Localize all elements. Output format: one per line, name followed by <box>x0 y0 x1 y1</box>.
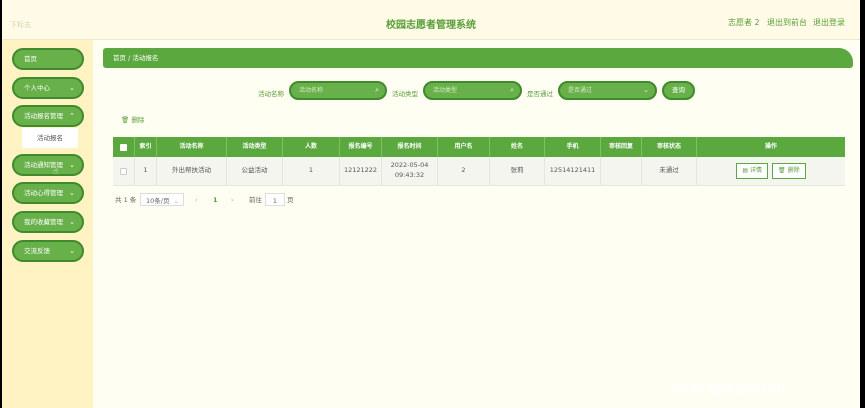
chevron-down-icon: ⌄ <box>69 218 75 226</box>
cell-phone: 12514121411 <box>545 157 601 185</box>
cell-index: 1 <box>135 157 157 185</box>
search-name-input[interactable]: 活动名称 ⌕ <box>289 81 387 100</box>
table-row: 1 外出帮扶活动 公益活动 1 12121222 2022-05-04 09:4… <box>113 157 845 186</box>
sidebar-item-label: 交流反馈 <box>24 247 50 255</box>
cell-realname: 张莉 <box>490 157 545 185</box>
chevron-down-icon: ⌄ <box>69 84 75 92</box>
sidebar-item-feedback[interactable]: 交流反馈 ⌄ <box>12 240 84 262</box>
goto-page-input[interactable]: 1 <box>265 193 285 206</box>
page-number-current[interactable]: 1 <box>213 193 218 207</box>
detail-button[interactable]: ▤ 详情 <box>736 163 769 179</box>
col-header: 活动名称 <box>157 137 227 157</box>
submenu-item-registration[interactable]: 活动报名 <box>22 128 78 148</box>
back-to-front-link[interactable]: 退出到前台 <box>767 17 807 28</box>
cell-reply <box>601 157 642 185</box>
delete-button[interactable]: 🗑 删除 <box>121 114 144 124</box>
select-all-checkbox[interactable] <box>113 137 135 157</box>
sidebar-item-registration-mgmt[interactable]: 活动报名管理 ⌃ <box>12 105 84 127</box>
goto-label: 前往 <box>249 196 262 204</box>
sidebar-item-home[interactable]: 首页 <box>12 48 84 70</box>
table-header: 索引 活动名称 活动类型 人数 报名编号 报名时间 用户名 姓名 手机 审核回复… <box>113 137 845 157</box>
sidebar-item-label: 活动报名管理 <box>24 112 63 120</box>
mouse-cursor-icon: ☝ <box>53 167 59 177</box>
sidebar-item-favorites-mgmt[interactable]: 我的收藏管理 ⌄ <box>12 211 84 233</box>
cell-activity-name: 外出帮扶活动 <box>157 157 227 185</box>
page-suffix: 页 <box>287 196 294 204</box>
col-header: 审核状态 <box>642 137 697 157</box>
current-user: 志愿者 2 <box>728 18 760 27</box>
sidebar-item-notice-mgmt[interactable]: 活动通知管理 ⌄ <box>12 154 84 176</box>
next-page-button[interactable]: › <box>231 193 234 207</box>
logout-link[interactable]: 退出登录 <box>813 17 845 28</box>
cell-actions: ▤ 详情 🗑 删除 <box>697 157 845 185</box>
sidebar-item-label: 活动心得管理 <box>24 189 63 197</box>
cell-username: 2 <box>438 157 490 185</box>
cell-reg-no: 12121222 <box>340 157 382 185</box>
row-checkbox[interactable] <box>113 157 135 185</box>
sidebar: 首页 个人中心 ⌄ 活动报名管理 ⌃ 活动通知管理 ⌄ 活动心得管理 ⌄ 我的收… <box>2 40 93 408</box>
col-header: 活动类型 <box>227 137 283 157</box>
chevron-down-icon: ⌄ <box>69 189 75 197</box>
search-type-placeholder: 活动类型 <box>433 87 458 94</box>
search-pass-placeholder: 是否通过 <box>568 87 593 94</box>
col-header: 索引 <box>135 137 157 157</box>
trash-icon: 🗑 <box>778 167 786 174</box>
page-size-select[interactable]: 10条/页 ⌄ <box>140 193 184 206</box>
search-name-placeholder: 活动名称 <box>299 87 324 94</box>
sidebar-item-profile[interactable]: 个人中心 ⌄ <box>12 77 84 99</box>
chevron-down-icon: ⌄ <box>173 197 179 205</box>
delete-label: 删除 <box>787 167 800 174</box>
page-size-value: 10条/页 <box>146 197 170 205</box>
chevron-down-icon: ⌄ <box>69 247 75 255</box>
search-type-label: 活动类型 <box>392 90 418 98</box>
cell-reg-time: 2022-05-04 09:43:32 <box>382 157 438 185</box>
search-type-input[interactable]: 活动类型 ⌕ <box>423 81 522 100</box>
cell-activity-type: 公益活动 <box>227 157 283 185</box>
cell-count: 1 <box>283 157 340 185</box>
registration-table: 索引 活动名称 活动类型 人数 报名编号 报名时间 用户名 姓名 手机 审核回复… <box>113 137 845 186</box>
col-header: 用户名 <box>438 137 490 157</box>
search-name-label: 活动名称 <box>258 90 284 98</box>
col-header: 报名时间 <box>382 137 438 157</box>
col-header: 审核回复 <box>601 137 642 157</box>
col-header: 人数 <box>283 137 340 157</box>
detail-label: 详情 <box>750 167 763 174</box>
search-pass-select[interactable]: 是否通过 ⌄ <box>558 81 657 100</box>
col-header: 报名编号 <box>340 137 382 157</box>
top-bar: 下标志 校园志愿者管理系统 志愿者 2 退出到前台 退出登录 <box>2 0 860 40</box>
chevron-down-icon: ⌄ <box>643 86 649 94</box>
col-header: 操作 <box>764 143 777 150</box>
sidebar-item-label: 个人中心 <box>24 84 50 92</box>
search-icon: ⌕ <box>510 86 514 94</box>
breadcrumb: 首页 / 活动报名 <box>103 48 853 68</box>
query-button[interactable]: 查询 <box>662 81 695 100</box>
sidebar-item-experience-mgmt[interactable]: 活动心得管理 ⌄ <box>12 182 84 204</box>
prev-page-button[interactable]: ‹ <box>195 193 198 207</box>
sidebar-item-label: 我的收藏管理 <box>24 218 63 226</box>
sidebar-item-label: 首页 <box>24 55 37 63</box>
document-icon: ▤ <box>742 167 749 174</box>
delete-label: 删除 <box>131 116 145 124</box>
app-window: 下标志 校园志愿者管理系统 志愿者 2 退出到前台 退出登录 首页 个人中心 ⌄… <box>2 0 860 408</box>
chevron-up-icon: ⌃ <box>69 112 75 120</box>
cell-status: 未通过 <box>642 157 697 185</box>
total-count: 共 1 条 <box>115 196 137 204</box>
search-pass-label: 是否通过 <box>527 90 553 98</box>
trash-icon: 🗑 <box>121 116 130 124</box>
row-delete-button[interactable]: 🗑 删除 <box>772 163 806 179</box>
search-icon: ⌕ <box>375 86 379 94</box>
col-header: 手机 <box>545 137 601 157</box>
watermark: CSDN @昊言likeJava <box>667 382 797 397</box>
chevron-down-icon: ⌄ <box>69 161 75 169</box>
col-header: 姓名 <box>490 137 545 157</box>
